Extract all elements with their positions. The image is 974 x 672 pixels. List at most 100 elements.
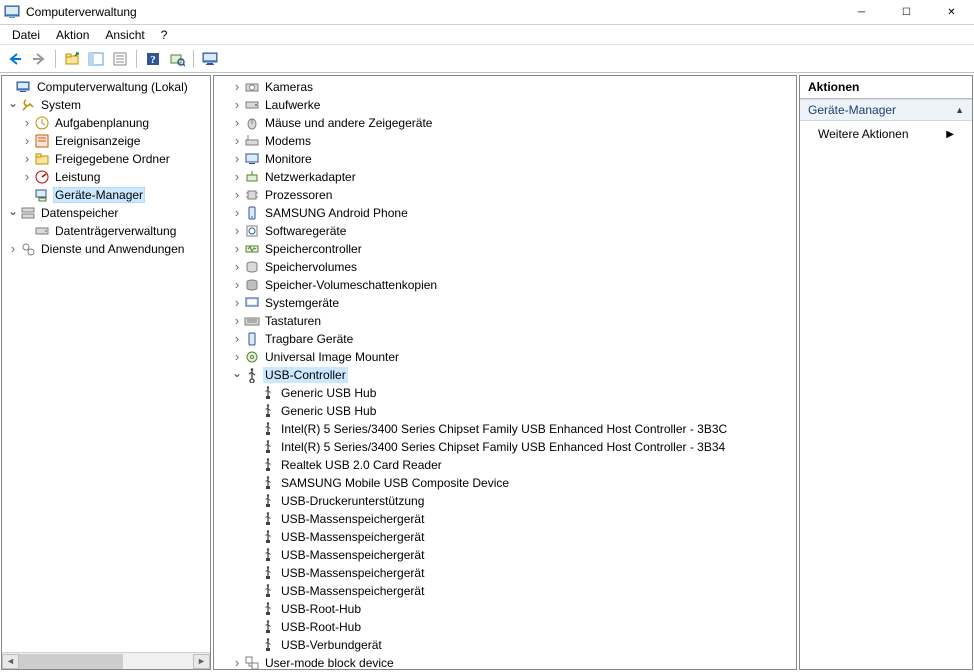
device-node-cat-13[interactable]: Tastaturen [214, 312, 796, 330]
submenu-arrow-icon: ▶ [946, 129, 954, 140]
tree-node-performance[interactable]: Leistung [2, 168, 210, 186]
device-node-usb-child-12[interactable]: USB-Root-Hub [214, 600, 796, 618]
device-node-usb-child-7[interactable]: USB-Massenspeichergerät [214, 510, 796, 528]
device-node-cat-2[interactable]: Mäuse und andere Zeigegeräte [214, 114, 796, 132]
expand-toggle-icon[interactable] [230, 80, 244, 95]
tree-node-scheduler[interactable]: Aufgabenplanung [2, 114, 210, 132]
device-label: Netzwerkadapter [263, 169, 358, 185]
device-node-usb-controller[interactable]: USB-Controller [214, 366, 796, 384]
volume-icon [244, 259, 260, 275]
tree-node-eventviewer[interactable]: Ereignisanzeige [2, 132, 210, 150]
maximize-button[interactable]: ☐ [884, 0, 929, 24]
nav-back-button[interactable] [4, 48, 26, 70]
menu-help[interactable]: ? [153, 26, 176, 44]
device-node-cat-9[interactable]: Speichercontroller [214, 240, 796, 258]
cpu-icon [244, 187, 260, 203]
tree-node-services[interactable]: Dienste und Anwendungen [2, 240, 210, 258]
device-node-usb-child-1[interactable]: Generic USB Hub [214, 402, 796, 420]
horizontal-scrollbar[interactable]: ◄ ► [2, 652, 210, 669]
expand-toggle-icon[interactable] [230, 368, 244, 382]
tree-label: Leistung [53, 169, 102, 185]
device-node-usb-child-11[interactable]: USB-Massenspeichergerät [214, 582, 796, 600]
expand-toggle-icon[interactable] [6, 98, 20, 112]
nav-forward-button[interactable] [28, 48, 50, 70]
up-button[interactable] [61, 48, 83, 70]
device-label: USB-Massenspeichergerät [279, 511, 426, 527]
expand-toggle-icon[interactable] [20, 152, 34, 167]
device-node-usb-child-6[interactable]: USB-Druckerunterstützung [214, 492, 796, 510]
device-node-cat-6[interactable]: Prozessoren [214, 186, 796, 204]
expand-toggle-icon[interactable] [230, 314, 244, 329]
expand-toggle-icon[interactable] [230, 224, 244, 239]
expand-toggle-icon[interactable] [230, 332, 244, 347]
expand-toggle-icon[interactable] [6, 206, 20, 220]
console-tree[interactable]: Computerverwaltung (Lokal) System Aufgab… [2, 76, 210, 652]
device-node-usb-child-9[interactable]: USB-Massenspeichergerät [214, 546, 796, 564]
menu-file[interactable]: Datei [4, 26, 48, 44]
scroll-left-button[interactable]: ◄ [2, 654, 19, 669]
tree-node-storage[interactable]: Datenspeicher [2, 204, 210, 222]
expand-toggle-icon[interactable] [230, 296, 244, 311]
device-node-usb-child-3[interactable]: Intel(R) 5 Series/3400 Series Chipset Fa… [214, 438, 796, 456]
device-node-usb-child-13[interactable]: USB-Root-Hub [214, 618, 796, 636]
actions-section-header[interactable]: Geräte-Manager ▲ [800, 99, 972, 121]
expand-toggle-icon[interactable] [230, 98, 244, 113]
expand-toggle-icon[interactable] [20, 116, 34, 131]
device-node-cat-4[interactable]: Monitore [214, 150, 796, 168]
tree-node-devicemanager[interactable]: Geräte-Manager [2, 186, 210, 204]
menubar: Datei Aktion Ansicht ? [0, 25, 974, 45]
show-hide-tree-button[interactable] [85, 48, 107, 70]
device-node-usb-child-5[interactable]: SAMSUNG Mobile USB Composite Device [214, 474, 796, 492]
help-button[interactable]: ? [142, 48, 164, 70]
tree-node-sharedfolders[interactable]: Freigegebene Ordner [2, 150, 210, 168]
tree-root[interactable]: Computerverwaltung (Lokal) [2, 78, 210, 96]
device-node-cat-3[interactable]: Modems [214, 132, 796, 150]
scroll-thumb[interactable] [19, 654, 123, 669]
expand-toggle-icon[interactable] [230, 188, 244, 203]
device-tree[interactable]: KamerasLaufwerkeMäuse und andere Zeigege… [214, 76, 796, 669]
expand-toggle-icon[interactable] [20, 170, 34, 185]
device-node-cat-0[interactable]: Kameras [214, 78, 796, 96]
scroll-track[interactable] [19, 654, 193, 669]
actions-more-item[interactable]: Weitere Aktionen ▶ [800, 121, 972, 147]
close-button[interactable]: ✕ [929, 0, 974, 24]
tree-node-diskmgmt[interactable]: Datenträgerverwaltung [2, 222, 210, 240]
expand-toggle-icon[interactable] [20, 134, 34, 149]
scan-hardware-button[interactable] [166, 48, 188, 70]
device-node-cat-5[interactable]: Netzwerkadapter [214, 168, 796, 186]
monitor-button[interactable] [199, 48, 221, 70]
device-node-cat-1[interactable]: Laufwerke [214, 96, 796, 114]
device-node-usb-child-8[interactable]: USB-Massenspeichergerät [214, 528, 796, 546]
expand-toggle-icon[interactable] [230, 242, 244, 257]
expand-toggle-icon[interactable] [230, 206, 244, 221]
expand-toggle-icon[interactable] [230, 170, 244, 185]
device-label: Realtek USB 2.0 Card Reader [279, 457, 444, 473]
properties-button[interactable] [109, 48, 131, 70]
device-node-usb-child-14[interactable]: USB-Verbundgerät [214, 636, 796, 654]
minimize-button[interactable]: ─ [839, 0, 884, 24]
expand-toggle-icon[interactable] [230, 134, 244, 149]
expand-toggle-icon[interactable] [230, 350, 244, 365]
device-node-usb-child-10[interactable]: USB-Massenspeichergerät [214, 564, 796, 582]
device-node-cat-11[interactable]: Speicher-Volumeschattenkopien [214, 276, 796, 294]
menu-action[interactable]: Aktion [48, 26, 97, 44]
expand-toggle-icon[interactable] [6, 242, 20, 257]
device-node-cat-12[interactable]: Systemgeräte [214, 294, 796, 312]
menu-view[interactable]: Ansicht [97, 26, 152, 44]
device-node-cat-8[interactable]: Softwaregeräte [214, 222, 796, 240]
device-node-cat-7[interactable]: SAMSUNG Android Phone [214, 204, 796, 222]
expand-toggle-icon[interactable] [230, 278, 244, 293]
device-node-cat-10[interactable]: Speichervolumes [214, 258, 796, 276]
device-node-usb-child-2[interactable]: Intel(R) 5 Series/3400 Series Chipset Fa… [214, 420, 796, 438]
device-node-usb-child-0[interactable]: Generic USB Hub [214, 384, 796, 402]
tree-node-system[interactable]: System [2, 96, 210, 114]
device-node-cat-15[interactable]: Universal Image Mounter [214, 348, 796, 366]
expand-toggle-icon[interactable] [230, 260, 244, 275]
expand-toggle-icon[interactable] [230, 152, 244, 167]
expand-toggle-icon[interactable] [230, 656, 244, 670]
device-node-usermode[interactable]: User-mode block device [214, 654, 796, 669]
expand-toggle-icon[interactable] [230, 116, 244, 131]
device-node-usb-child-4[interactable]: Realtek USB 2.0 Card Reader [214, 456, 796, 474]
device-node-cat-14[interactable]: Tragbare Geräte [214, 330, 796, 348]
scroll-right-button[interactable]: ► [193, 654, 210, 669]
